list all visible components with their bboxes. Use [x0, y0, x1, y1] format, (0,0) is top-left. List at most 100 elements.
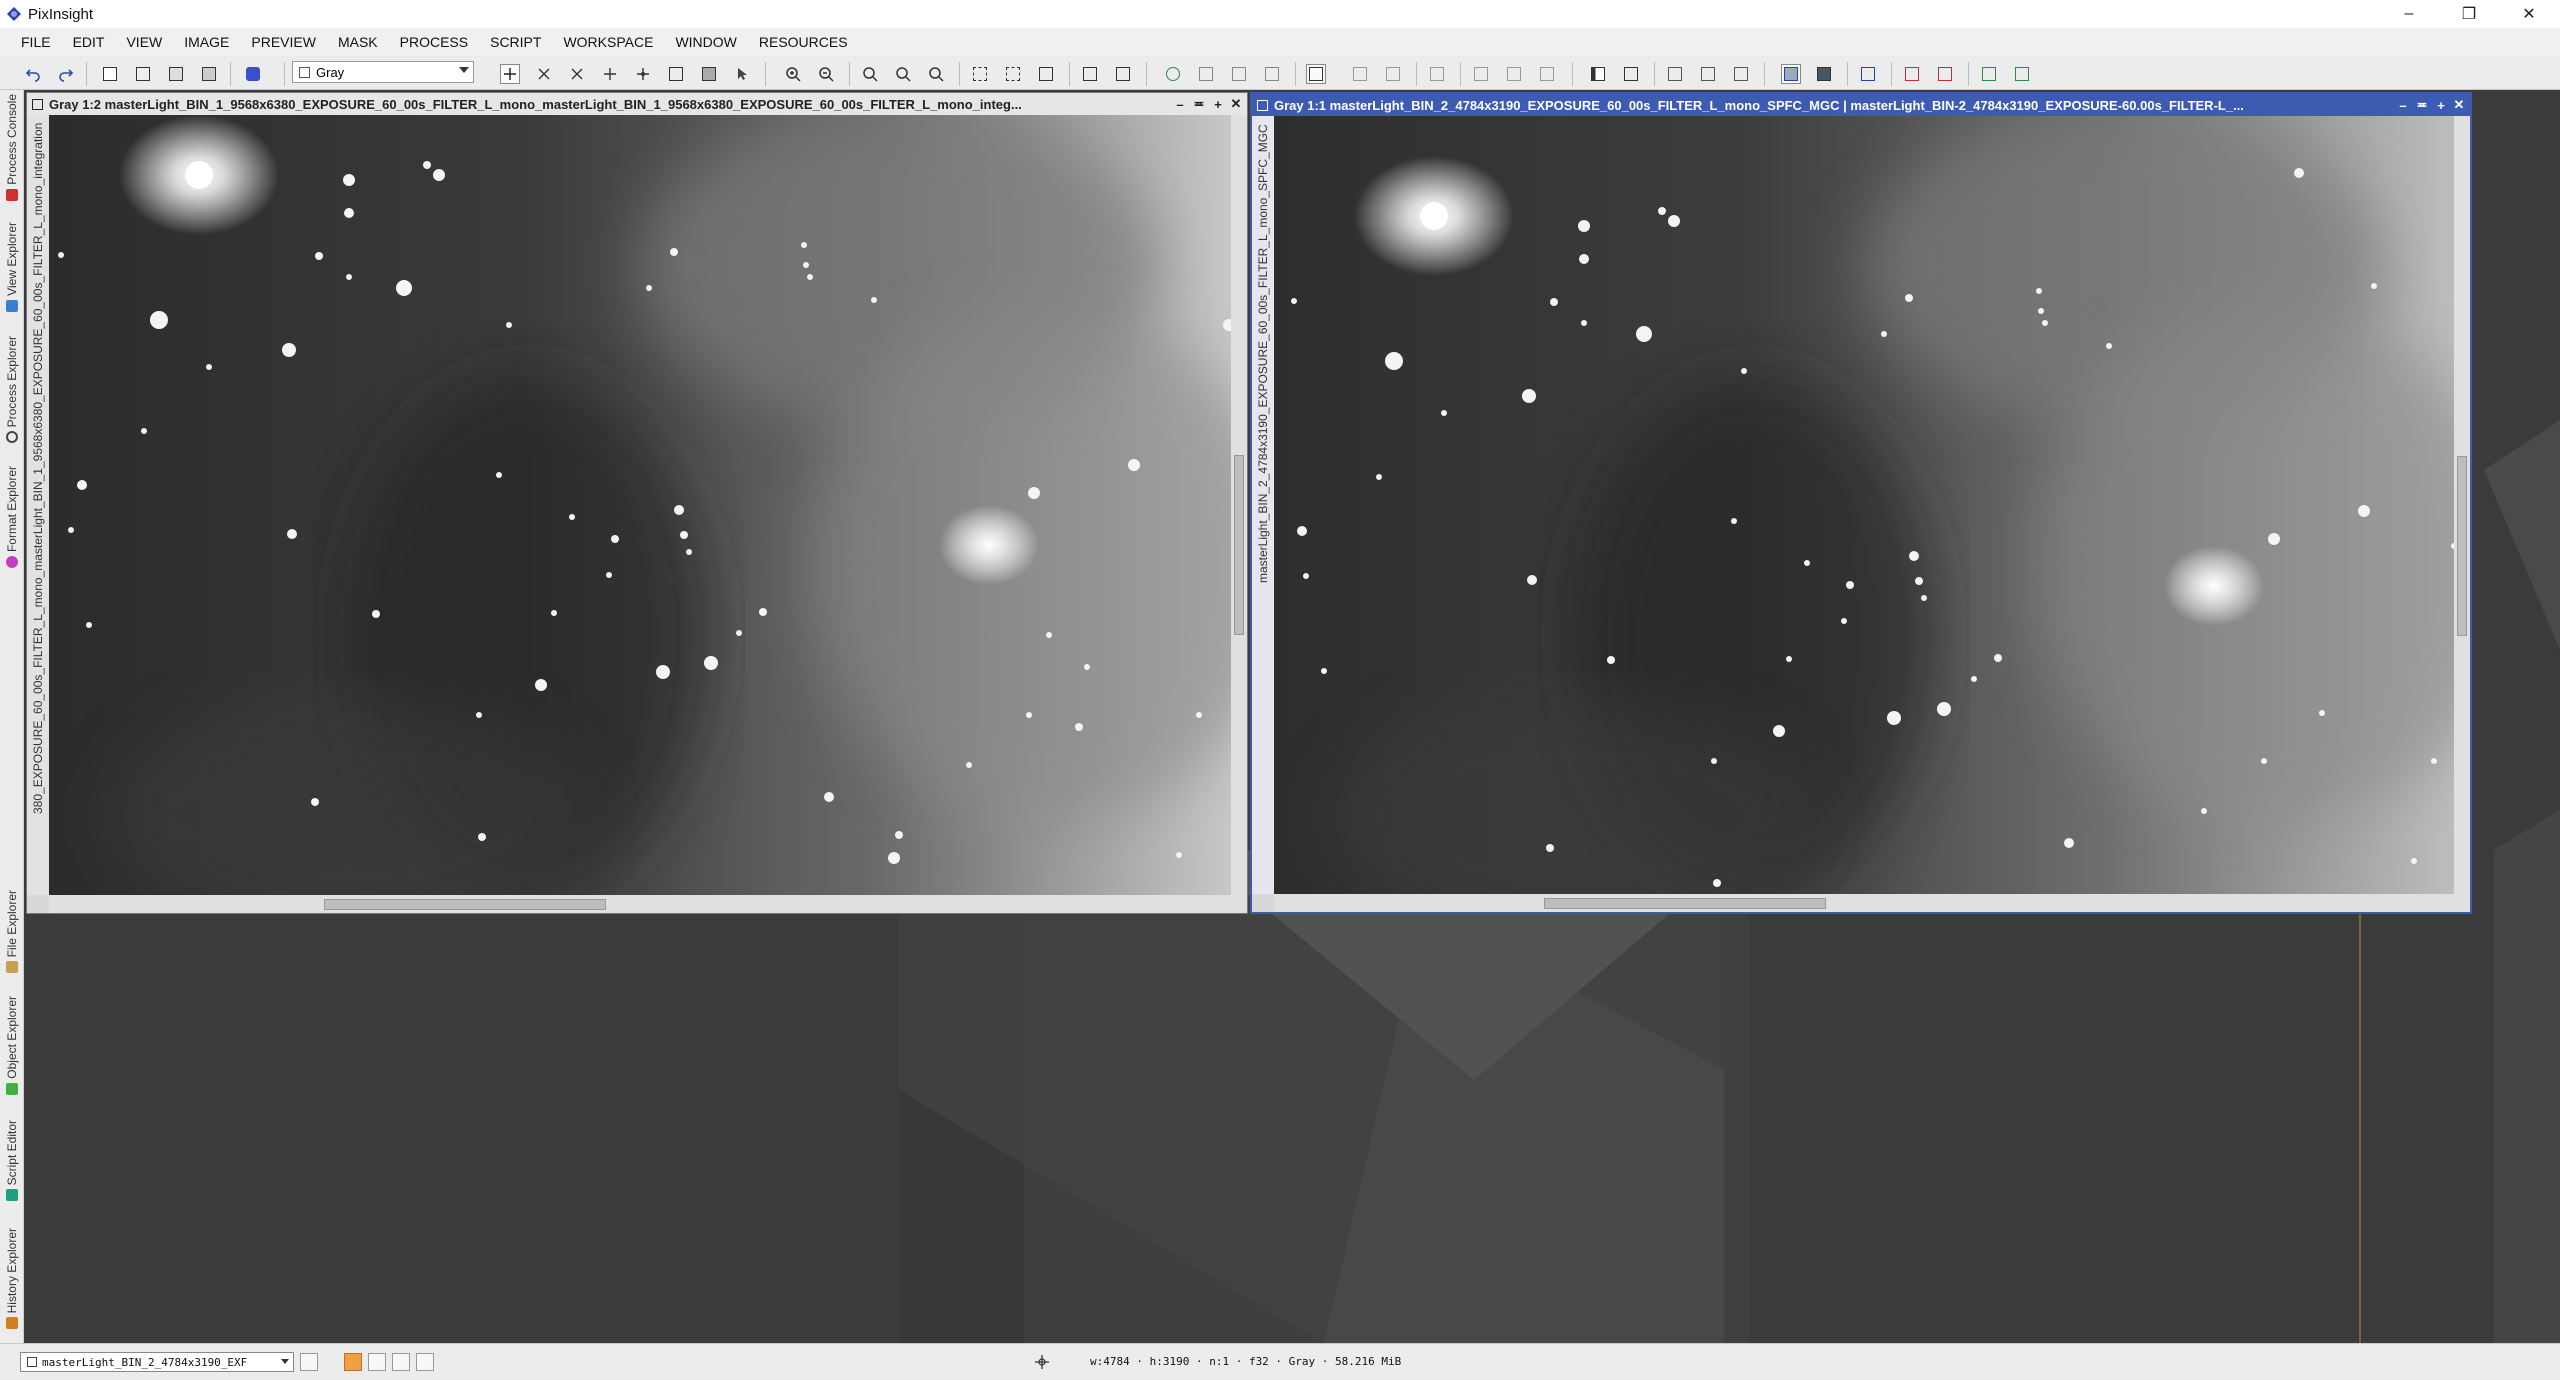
stf-linked-icon[interactable] [1196, 64, 1216, 84]
fit-view-icon[interactable] [970, 64, 990, 84]
dock-tab-script-editor[interactable]: Script Editor [0, 1120, 24, 1202]
image-window-2[interactable]: Gray 1:1 masterLight_BIN_2_4784x3190_EXP… [1250, 92, 2472, 914]
window-close-icon[interactable]: ✕ [1227, 93, 1245, 115]
image-window-1-vscrollbar[interactable] [1231, 115, 1247, 895]
dock-tab-label: History Explorer [5, 1228, 19, 1314]
move-icon[interactable] [600, 64, 620, 84]
color-mode-select[interactable]: Gray [292, 61, 474, 83]
layout-2-icon[interactable] [1698, 64, 1718, 84]
dock-tab-format-explorer[interactable]: Format Explorer [0, 466, 24, 569]
menu-file[interactable]: FILE [21, 34, 51, 50]
dock-tab-history-explorer[interactable]: History Explorer [0, 1228, 24, 1330]
stf-reset-icon[interactable] [1229, 64, 1249, 84]
pan-icon[interactable] [567, 64, 587, 84]
view-selector[interactable]: masterLight_BIN_2_4784x3190_EXF [20, 1352, 294, 1372]
menu-mask[interactable]: MASK [338, 34, 378, 50]
window-maximize-icon[interactable]: + [1209, 93, 1227, 115]
dock-tab-process-explorer[interactable]: Process Explorer [0, 336, 24, 444]
center-icon[interactable] [633, 64, 653, 84]
mask-invert-icon[interactable] [1350, 64, 1370, 84]
readout-mode-icon[interactable] [500, 64, 520, 84]
dock-tab-object-explorer[interactable]: Object Explorer [0, 996, 24, 1095]
channel-b-icon[interactable] [1537, 64, 1557, 84]
redo-icon[interactable] [56, 64, 76, 84]
maximize-button[interactable]: ❐ [2440, 0, 2498, 28]
workspace-2-icon[interactable] [1814, 64, 1834, 84]
swatch-white-2-icon[interactable] [392, 1353, 410, 1371]
layout-left-icon[interactable] [1588, 64, 1608, 84]
preview-edit-icon[interactable] [1113, 64, 1133, 84]
workspace-3-icon[interactable] [1858, 64, 1878, 84]
dock-tab-view-explorer[interactable]: View Explorer [0, 222, 24, 312]
image-window-2-titlebar[interactable]: Gray 1:1 masterLight_BIN_2_4784x3190_EXP… [1252, 94, 2470, 116]
zoom-out-icon[interactable] [816, 64, 836, 84]
color-mode-value: Gray [316, 64, 345, 80]
menu-edit[interactable]: EDIT [73, 34, 105, 50]
cascade-icon[interactable] [1036, 64, 1056, 84]
menu-preview[interactable]: PREVIEW [251, 34, 316, 50]
crosshair-icon[interactable] [1034, 1354, 1050, 1370]
stf-auto-icon[interactable] [1262, 64, 1282, 84]
mask-edit-icon[interactable] [666, 64, 686, 84]
zoom-1-1-icon[interactable] [860, 64, 880, 84]
zoom-to-optimal-icon[interactable] [926, 64, 946, 84]
dock-tab-process-console[interactable]: Process Console [0, 94, 24, 201]
screen-green2-icon[interactable] [2012, 64, 2032, 84]
image-window-2-vscrollbar[interactable] [2454, 116, 2470, 894]
pointer-icon[interactable] [732, 64, 752, 84]
window-minimize-icon[interactable]: – [2394, 94, 2412, 116]
window-close-icon[interactable]: ✕ [2450, 94, 2468, 116]
open-icon[interactable] [133, 64, 153, 84]
dock-tab-label: Process Console [5, 94, 19, 185]
window-maximize-icon[interactable]: + [2432, 94, 2450, 116]
screen-green-icon[interactable] [1979, 64, 1999, 84]
workspace-1-icon[interactable] [1781, 64, 1801, 84]
swatch-white-3-icon[interactable] [416, 1353, 434, 1371]
image-window-1-titlebar[interactable]: Gray 1:2 masterLight_BIN_1_9568x6380_EXP… [27, 93, 1247, 115]
dock-tab-file-explorer[interactable]: File Explorer [0, 890, 24, 974]
image-canvas-2[interactable] [1274, 116, 2454, 894]
mask-view-icon[interactable] [699, 64, 719, 84]
layout-3-icon[interactable] [1731, 64, 1751, 84]
tile-icon[interactable] [1003, 64, 1023, 84]
image-window-2-hscrollbar[interactable] [1274, 894, 2470, 912]
menu-view[interactable]: VIEW [126, 34, 162, 50]
zoom-fit-icon[interactable] [534, 64, 554, 84]
zoom-to-fit-icon[interactable] [893, 64, 913, 84]
menu-script[interactable]: SCRIPT [490, 34, 541, 50]
close-button[interactable]: ✕ [2500, 0, 2558, 28]
menu-process[interactable]: PROCESS [400, 34, 468, 50]
screen-red-icon[interactable] [1902, 64, 1922, 84]
screen-red2-icon[interactable] [1935, 64, 1955, 84]
layout-doc-icon[interactable] [1621, 64, 1641, 84]
new-image-icon[interactable] [100, 64, 120, 84]
view-toggle-icon[interactable] [300, 1353, 318, 1371]
stf-green-icon[interactable] [1163, 64, 1183, 84]
preview-new-icon[interactable] [1080, 64, 1100, 84]
window-shade-icon[interactable]: ≖ [1190, 93, 1208, 115]
zoom-in-icon[interactable] [783, 64, 803, 84]
image-window-1[interactable]: Gray 1:2 masterLight_BIN_1_9568x6380_EXP… [26, 92, 1248, 914]
swatch-white-1-icon[interactable] [368, 1353, 386, 1371]
layout-1-icon[interactable] [1665, 64, 1685, 84]
channel-g-icon[interactable] [1504, 64, 1524, 84]
menu-image[interactable]: IMAGE [184, 34, 229, 50]
mask-show-icon[interactable] [1306, 64, 1326, 84]
color-mode-icon[interactable] [243, 64, 263, 84]
workspace-area: Gray 1:2 masterLight_BIN_1_9568x6380_EXP… [24, 90, 2560, 1343]
image-window-1-hscrollbar[interactable] [49, 895, 1247, 913]
window-shade-icon[interactable]: ≖ [2413, 94, 2431, 116]
undo-icon[interactable] [23, 64, 43, 84]
menu-window[interactable]: WINDOW [675, 34, 736, 50]
swatch-orange-icon[interactable] [344, 1353, 362, 1371]
save-as-icon[interactable] [199, 64, 219, 84]
menu-workspace[interactable]: WORKSPACE [563, 34, 653, 50]
mask-enable-icon[interactable] [1383, 64, 1403, 84]
image-canvas-1[interactable] [49, 115, 1231, 895]
channel-r-icon[interactable] [1471, 64, 1491, 84]
menu-resources[interactable]: RESOURCES [759, 34, 848, 50]
save-icon[interactable] [166, 64, 186, 84]
window-minimize-icon[interactable]: – [1171, 93, 1189, 115]
mask-select-icon[interactable] [1427, 64, 1447, 84]
minimize-button[interactable]: – [2380, 0, 2438, 28]
